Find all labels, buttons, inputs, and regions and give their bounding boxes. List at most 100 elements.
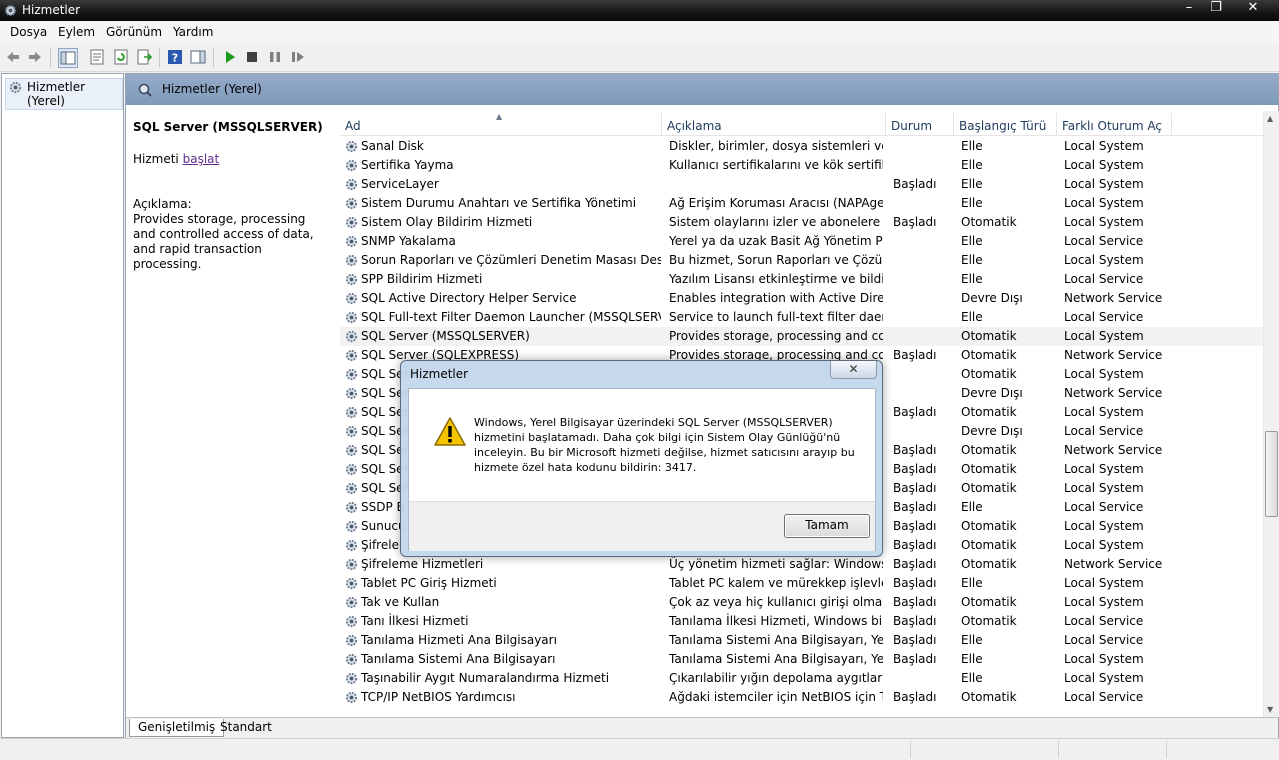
- service-status-cell: Başladı: [893, 462, 937, 476]
- service-gear-icon: [344, 424, 359, 439]
- service-startup-cell: Otomatik: [961, 538, 1017, 552]
- menu-view[interactable]: Görünüm: [106, 25, 162, 39]
- service-description-cell: Çıkarılabilir yığın depolama aygıtları i…: [669, 671, 883, 685]
- table-row[interactable]: SNMP Yakalama Yerel ya da uzak Basit Ağ Y…: [340, 232, 1263, 251]
- ok-button[interactable]: Tamam: [784, 514, 870, 538]
- table-row[interactable]: Tablet PC Giriş Hizmeti Tablet PC kalem v…: [340, 574, 1263, 593]
- table-row[interactable]: TCP/IP NetBIOS Yardımcısı Ağdaki istemcil…: [340, 688, 1263, 707]
- action-prefix: Hizmeti: [133, 152, 179, 166]
- maximize-button[interactable]: ❐: [1203, 0, 1229, 18]
- start-service-link[interactable]: başlat: [183, 152, 220, 166]
- service-logon-cell: Network Service: [1064, 348, 1163, 362]
- services-gear-icon: [4, 4, 17, 17]
- scroll-down-icon[interactable]: ▼: [1267, 705, 1273, 714]
- table-row[interactable]: Tanılama Hizmeti Ana Bilgisayarı Tanılama…: [340, 631, 1263, 650]
- menu-help[interactable]: Yardım: [173, 25, 213, 39]
- status-bar: [0, 738, 1279, 760]
- service-status-cell: Başladı: [893, 519, 937, 533]
- table-row[interactable]: SPP Bildirim Hizmeti Yazılım Lisansı etki…: [340, 270, 1263, 289]
- table-row[interactable]: Şifreleme Hizmetleri Üç yönetim hizmeti s…: [340, 555, 1263, 574]
- service-logon-cell: Local Service: [1064, 310, 1144, 324]
- minimize-button[interactable]: –: [1176, 0, 1202, 18]
- table-row[interactable]: Sertifika Yayma Kullanıcı sertifikalarını…: [340, 156, 1263, 175]
- table-row[interactable]: SQL Full-text Filter Daemon Launcher (MS…: [340, 308, 1263, 327]
- service-name-cell: SNMP Yakalama: [361, 234, 456, 248]
- service-gear-icon: [344, 139, 359, 154]
- service-logon-cell: Local System: [1064, 215, 1144, 229]
- vertical-scrollbar[interactable]: ▲ ▼: [1263, 111, 1279, 717]
- service-name-cell: SPP Bildirim Hizmeti: [361, 272, 483, 286]
- menu-action[interactable]: Eylem: [58, 25, 95, 39]
- column-startup-type[interactable]: Başlangıç Türü: [954, 113, 1057, 135]
- service-description-cell: Çok az veya hiç kullanıcı girişi olmada.…: [669, 595, 883, 609]
- service-gear-icon: [344, 272, 359, 287]
- service-name-cell: Sistem Durumu Anahtarı ve Sertifika Yöne…: [361, 196, 637, 210]
- table-row[interactable]: Sistem Olay Bildirim Hizmeti Sistem olayl…: [340, 213, 1263, 232]
- table-row[interactable]: Sanal Disk Diskler, birimler, dosya siste…: [340, 137, 1263, 156]
- service-logon-cell: Network Service: [1064, 443, 1163, 457]
- column-status[interactable]: Durum: [886, 113, 954, 135]
- table-row[interactable]: Sorun Raporları ve Çözümleri Denetim Mas…: [340, 251, 1263, 270]
- tab-extended[interactable]: Genişletilmiş: [129, 719, 225, 737]
- console-tree: Hizmetler (Yerel): [1, 73, 124, 738]
- properties-icon[interactable]: [88, 48, 106, 66]
- scroll-up-icon[interactable]: ▲: [1267, 114, 1273, 123]
- column-description[interactable]: Açıklama: [662, 113, 886, 135]
- tree-node-services-local[interactable]: Hizmetler (Yerel): [5, 78, 123, 110]
- table-row[interactable]: SQL Active Directory Helper Service Enabl…: [340, 289, 1263, 308]
- stop-service-icon[interactable]: [243, 48, 261, 66]
- table-row[interactable]: ServiceLayer Başladı Elle Local System: [340, 175, 1263, 194]
- scrollbar-thumb[interactable]: [1265, 431, 1278, 517]
- service-logon-cell: Local Service: [1064, 272, 1144, 286]
- table-row[interactable]: Sistem Durumu Anahtarı ve Sertifika Yöne…: [340, 194, 1263, 213]
- service-startup-cell: Otomatik: [961, 215, 1017, 229]
- close-button[interactable]: ✕: [1240, 0, 1266, 18]
- service-description-cell: Tanılama Sistemi Ana Bilgisayarı, Yerel.…: [669, 652, 883, 666]
- service-name-cell: Sorun Raporları ve Çözümleri Denetim Mas…: [361, 253, 661, 267]
- start-service-icon[interactable]: [221, 48, 239, 66]
- table-row[interactable]: Tanılama Sistemi Ana Bilgisayarı Tanılama…: [340, 650, 1263, 669]
- tab-standard[interactable]: Standart: [212, 719, 280, 736]
- table-row[interactable]: SQL Server (MSSQLSERVER) Provides storage…: [340, 327, 1263, 346]
- back-icon[interactable]: [4, 48, 22, 66]
- column-name[interactable]: Ad ▲: [340, 112, 662, 135]
- table-row[interactable]: Tanı İlkesi Hizmeti Tanılama İlkesi Hizme…: [340, 612, 1263, 631]
- selected-service-name: SQL Server (MSSQLSERVER): [133, 120, 323, 134]
- service-startup-cell: Elle: [961, 139, 983, 153]
- error-dialog: Hizmetler ✕ Windows, Yerel Bilgisayar üz…: [400, 360, 883, 557]
- service-gear-icon: [344, 310, 359, 325]
- service-status-cell: Başladı: [893, 443, 937, 457]
- service-startup-cell: Elle: [961, 272, 983, 286]
- service-startup-cell: Elle: [961, 253, 983, 267]
- service-startup-cell: Otomatik: [961, 481, 1017, 495]
- restart-service-icon[interactable]: [289, 48, 307, 66]
- pane-header-title: Hizmetler (Yerel): [162, 82, 262, 96]
- service-gear-icon: [344, 348, 359, 363]
- help-icon[interactable]: ?: [166, 48, 184, 66]
- service-description-cell: Yazılım Lisansı etkinleştirme ve bildiri…: [669, 272, 883, 286]
- pause-service-icon[interactable]: [266, 48, 284, 66]
- table-row[interactable]: Tak ve Kullan Çok az veya hiç kullanıcı g…: [340, 593, 1263, 612]
- column-log-on-as[interactable]: Farklı Oturum Aç: [1057, 113, 1172, 135]
- service-gear-icon: [344, 690, 359, 705]
- svg-text:?: ?: [172, 52, 178, 65]
- dialog-message: Windows, Yerel Bilgisayar üzerindeki SQL…: [474, 416, 855, 474]
- table-row[interactable]: Taşınabilir Aygıt Numaralandırma Hizmeti…: [340, 669, 1263, 688]
- refresh-icon[interactable]: [112, 48, 130, 66]
- export-list-icon[interactable]: [135, 48, 153, 66]
- service-status-cell: Başladı: [893, 405, 937, 419]
- action-pane-icon[interactable]: [189, 48, 207, 66]
- service-details: SQL Server (MSSQLSERVER) Hizmeti başlat …: [126, 105, 336, 715]
- service-startup-cell: Elle: [961, 177, 983, 191]
- service-gear-icon: [344, 614, 359, 629]
- service-startup-cell: Elle: [961, 500, 983, 514]
- service-gear-icon: [344, 158, 359, 173]
- service-startup-cell: Elle: [961, 158, 983, 172]
- show-hide-console-tree-icon[interactable]: [58, 48, 78, 68]
- service-status-cell: Başladı: [893, 595, 937, 609]
- description-label: Açıklama:: [133, 197, 192, 211]
- dialog-close-button[interactable]: ✕: [830, 361, 877, 379]
- menu-file[interactable]: Dosya: [10, 25, 47, 39]
- service-description-cell: Ağ Erişim Koruması Aracısı (NAPAgen...: [669, 196, 883, 210]
- forward-icon[interactable]: [26, 48, 44, 66]
